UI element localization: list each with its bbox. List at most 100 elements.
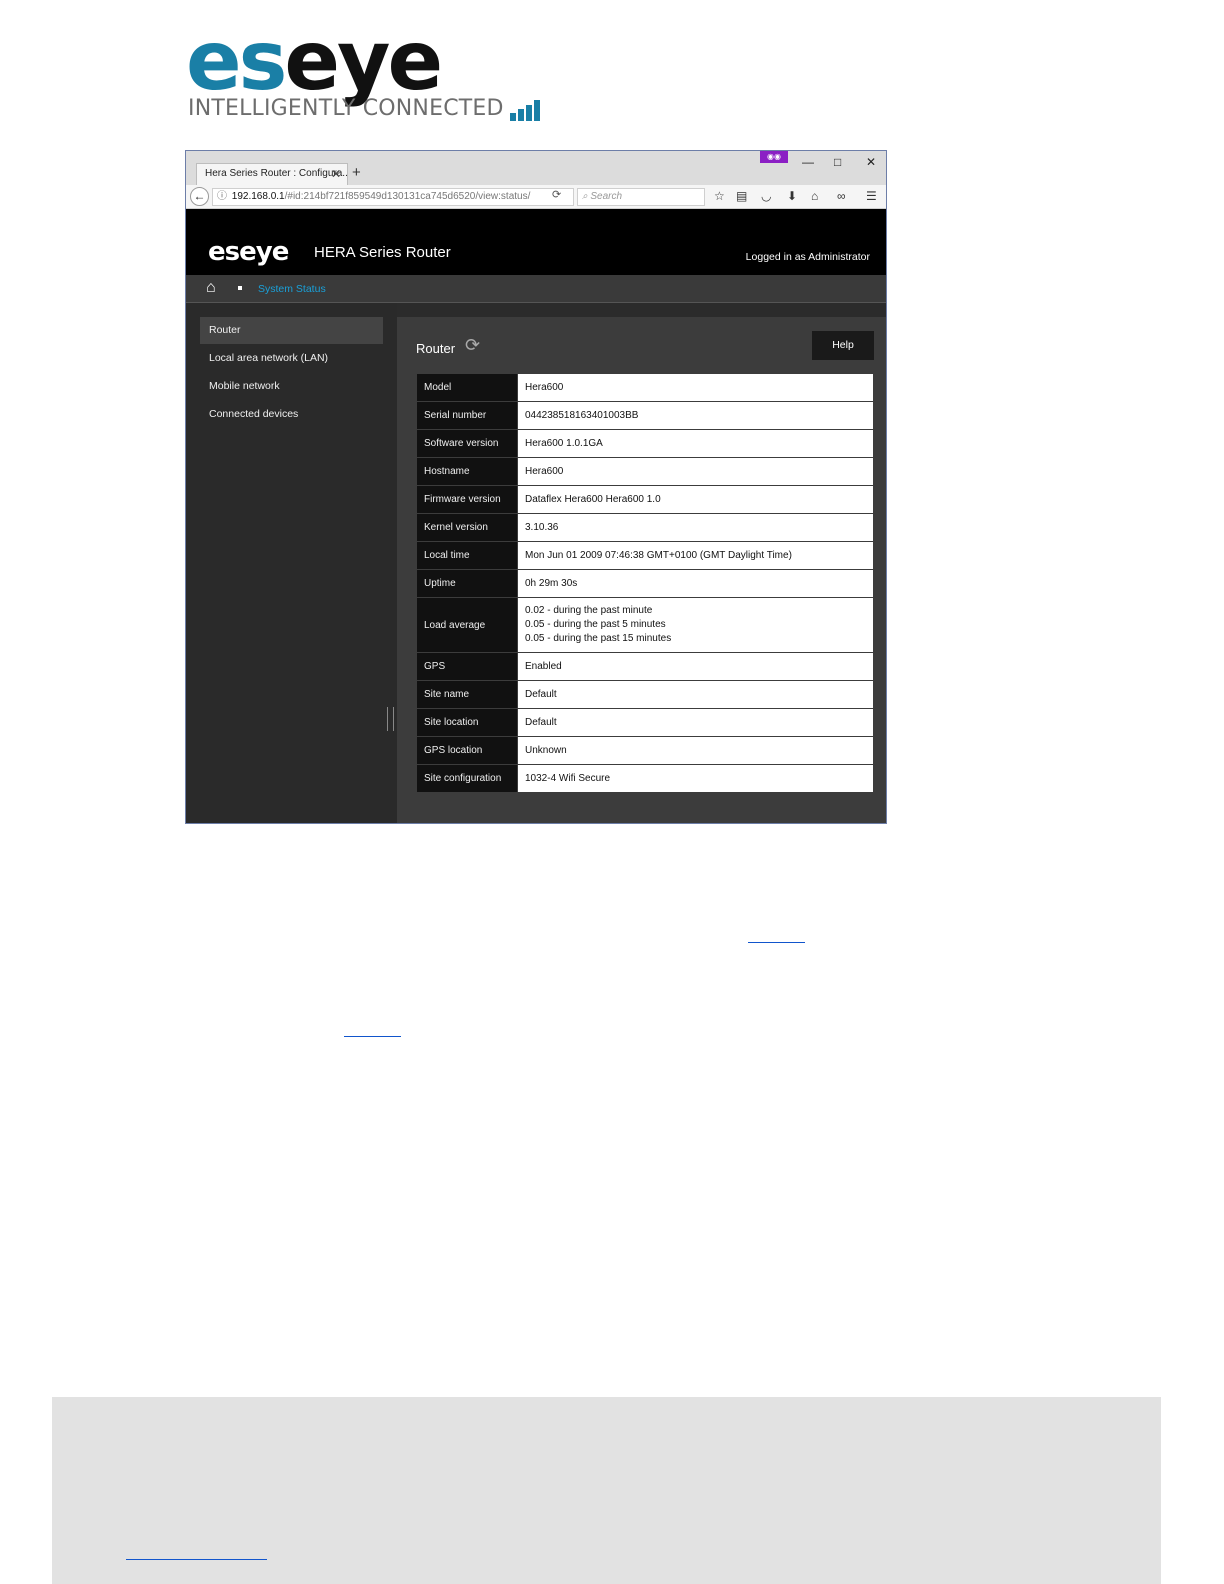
browser-navbar: ← ⓘ 192.168.0.1/#id:214bf721f859549d1301… (186, 185, 886, 209)
row-value-line: Mon Jun 01 2009 07:46:38 GMT+0100 (GMT D… (525, 549, 792, 561)
tab-title: Hera Series Router : Configura... (205, 168, 348, 179)
table-row: Model Hera600 (416, 373, 874, 402)
eseye-logo: eseye INTELLIGENTLY CONNECTED (186, 14, 540, 122)
row-value: Default (517, 680, 874, 709)
sidebar-item-router[interactable]: Router (200, 317, 383, 344)
sidebar-item-connected-devices[interactable]: Connected devices (200, 401, 383, 428)
row-value-line: Dataflex Hera600 Hera600 1.0 (525, 493, 661, 505)
table-row: Software version Hera600 1.0.1GA (416, 429, 874, 458)
eseye-logo-wordmark: eseye (186, 14, 443, 109)
row-label: Local time (416, 541, 518, 570)
info-icon[interactable]: ⓘ (215, 189, 229, 205)
row-label: Model (416, 373, 518, 402)
address-bar[interactable]: ⓘ 192.168.0.1/#id:214bf721f859549d130131… (212, 188, 574, 206)
row-label: Site name (416, 680, 518, 709)
row-value: Default (517, 708, 874, 737)
row-value: Dataflex Hera600 Hera600 1.0 (517, 485, 874, 514)
logged-in-status: Logged in as Administrator (745, 251, 870, 263)
eseye-logo-tagline: INTELLIGENTLY CONNECTED (188, 96, 542, 121)
table-row: Kernel version 3.10.36 (416, 513, 874, 542)
row-label: Kernel version (416, 513, 518, 542)
breadcrumb-separator (238, 286, 242, 290)
row-label: Site configuration (416, 764, 518, 793)
row-value-line: Hera600 (525, 381, 564, 393)
row-value-line: 0h 29m 30s (525, 577, 578, 589)
app-header: eseye HERA Series Router Logged in as Ad… (186, 209, 886, 275)
row-label: Software version (416, 429, 518, 458)
table-row: Local time Mon Jun 01 2009 07:46:38 GMT+0… (416, 541, 874, 570)
row-value-line: 0.05 - during the past 15 minutes (525, 633, 672, 644)
row-value-line: Hera600 (525, 465, 564, 477)
row-label: Load average (416, 597, 518, 653)
row-value: 0.02 - during the past minute 0.05 - duri… (517, 597, 874, 653)
row-value-line: 3.10.36 (525, 521, 559, 533)
maximize-icon[interactable]: □ (834, 155, 841, 169)
home-icon[interactable]: ⌂ (206, 279, 216, 297)
row-value: 1032-4 Wifi Secure (517, 764, 874, 793)
minimize-icon[interactable]: — (802, 155, 814, 169)
sidebar-item-mobile-network[interactable]: Mobile network (200, 373, 383, 400)
row-value: Hera600 (517, 373, 874, 402)
url-host: 192.168.0.1 (231, 191, 285, 202)
row-value-line: Default (525, 716, 557, 728)
new-tab-button[interactable]: + (352, 163, 361, 183)
page-link[interactable] (344, 1036, 401, 1037)
row-value: 3.10.36 (517, 513, 874, 542)
row-value-line: Hera600 1.0.1GA (525, 437, 603, 449)
row-label: Firmware version (416, 485, 518, 514)
row-value: Hera600 (517, 457, 874, 486)
row-value: Unknown (517, 736, 874, 765)
table-row: GPS Enabled (416, 652, 874, 681)
table-row: Site location Default (416, 708, 874, 737)
footer-link[interactable] (126, 1559, 267, 1560)
app-logo: eseye (208, 237, 289, 267)
row-label: GPS (416, 652, 518, 681)
sidebar-item-lan[interactable]: Local area network (LAN) (200, 345, 383, 372)
sidebar: Router Local area network (LAN) Mobile n… (186, 303, 397, 823)
breadcrumb-system-status[interactable]: System Status (258, 283, 326, 295)
router-info-table: Model Hera600 Serial number 044238518163401… (416, 373, 874, 793)
table-row: Load average 0.02 - during the past minut… (416, 597, 874, 653)
table-row: GPS location Unknown (416, 736, 874, 765)
row-value: 044238518163401003BB (517, 401, 874, 430)
browser-window: Hera Series Router : Configura... ✕ + ◉◉… (185, 150, 887, 824)
bookmark-star-icon[interactable]: ☆ (714, 189, 725, 203)
breadcrumb: ⌂ System Status (186, 275, 886, 303)
pocket-icon[interactable]: ◡ (761, 189, 771, 203)
table-row: Uptime 0h 29m 30s (416, 569, 874, 598)
page-footer (52, 1397, 1161, 1584)
clipboard-icon[interactable]: ▤ (736, 189, 747, 203)
private-browsing-icon: ◉◉ (760, 151, 788, 163)
refresh-icon[interactable]: ⟳ (465, 335, 480, 356)
row-label: Serial number (416, 401, 518, 430)
row-label: GPS location (416, 736, 518, 765)
download-icon[interactable]: ⬇ (787, 189, 797, 203)
home-icon[interactable]: ⌂ (811, 189, 818, 203)
row-value: Hera600 1.0.1GA (517, 429, 874, 458)
row-value: Mon Jun 01 2009 07:46:38 GMT+0100 (GMT D… (517, 541, 874, 570)
table-row: Site configuration 1032-4 Wifi Secure (416, 764, 874, 793)
row-label: Site location (416, 708, 518, 737)
row-value-line: 1032-4 Wifi Secure (525, 772, 611, 784)
row-value-line: Default (525, 688, 557, 700)
window-close-icon[interactable]: ✕ (866, 155, 876, 169)
url-path: /#id:214bf721f859549d130131ca745d6520/vi… (284, 191, 531, 202)
table-row: Site name Default (416, 680, 874, 709)
sidebar-resize-handle[interactable] (387, 707, 394, 731)
menu-icon[interactable]: ☰ (866, 189, 877, 203)
row-value-line: 0.02 - during the past minute (525, 605, 653, 616)
row-value: Enabled (517, 652, 874, 681)
search-input[interactable]: ⌕ Search (577, 188, 705, 206)
tab-close-icon[interactable]: ✕ (331, 164, 341, 184)
row-value-line: Unknown (525, 744, 567, 756)
browser-titlebar: Hera Series Router : Configura... ✕ + ◉◉… (186, 151, 886, 185)
mask-icon[interactable]: ∞ (837, 189, 846, 203)
app-title: HERA Series Router (314, 244, 451, 261)
back-arrow-icon[interactable]: ← (190, 187, 209, 206)
row-value-line: 0.05 - during the past 5 minutes (525, 619, 666, 630)
table-row: Hostname Hera600 (416, 457, 874, 486)
reload-icon[interactable]: ⟳ (552, 188, 561, 201)
browser-tab[interactable]: Hera Series Router : Configura... ✕ (196, 163, 348, 185)
page-link[interactable] (748, 942, 805, 943)
help-button[interactable]: Help (812, 331, 874, 360)
